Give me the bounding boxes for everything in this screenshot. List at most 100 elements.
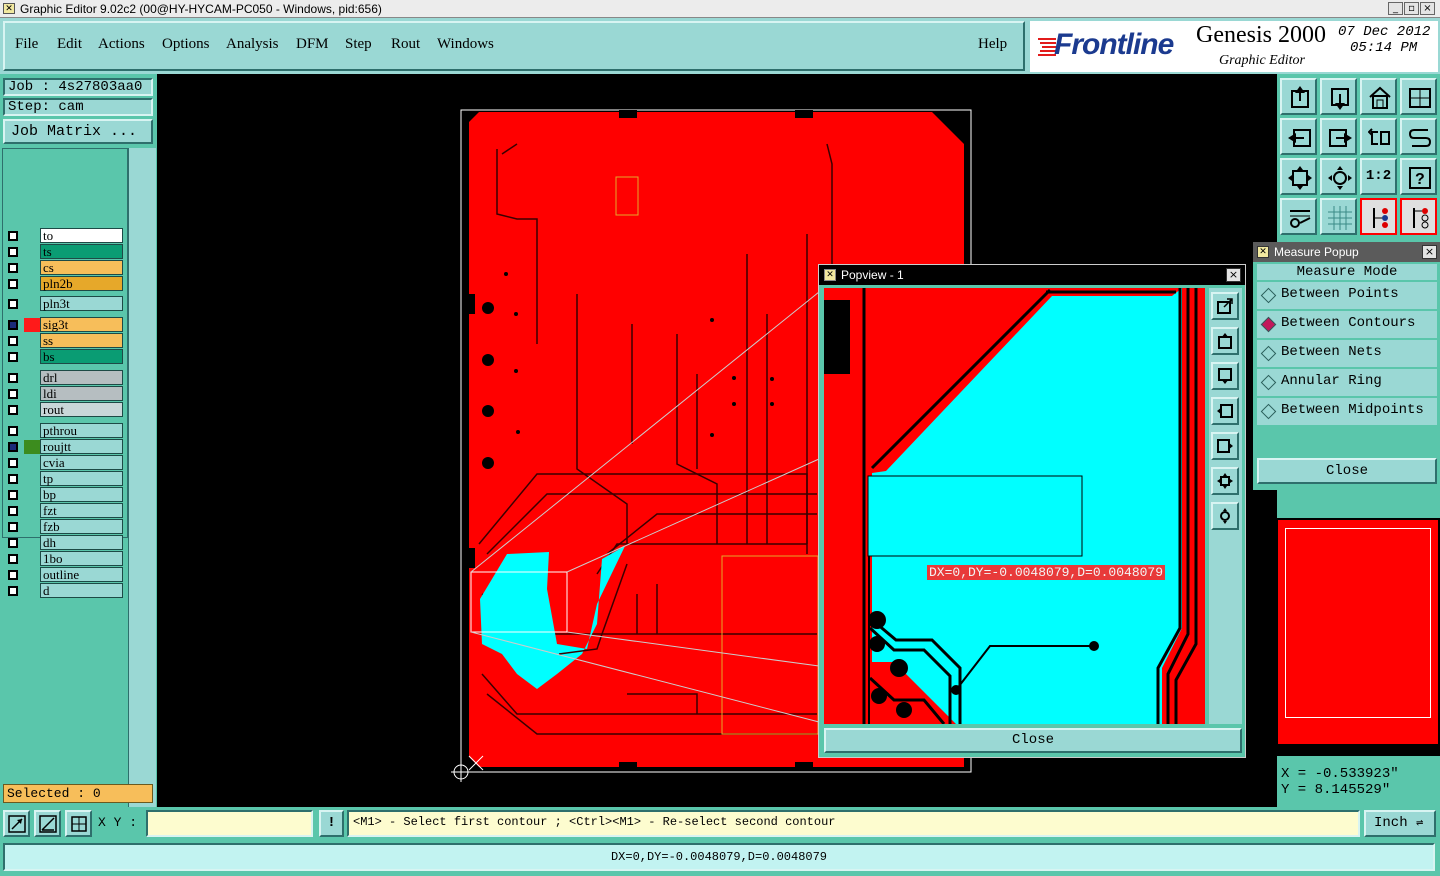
popview-pan-left-button[interactable] xyxy=(1211,397,1239,425)
measure-option[interactable]: Between Contours xyxy=(1257,311,1437,338)
layer-checkbox[interactable] xyxy=(8,506,18,516)
layer-name[interactable]: drl xyxy=(40,370,123,385)
layer-name[interactable]: pthrou xyxy=(40,423,123,438)
layer-name[interactable]: rout xyxy=(40,402,123,417)
pan-left-button[interactable] xyxy=(1280,118,1317,155)
popview-canvas[interactable]: DX=0,DY=-0.0048079,D=0.0048079 xyxy=(824,288,1205,725)
xy-input[interactable] xyxy=(146,810,313,837)
layer-row-ss[interactable]: ss xyxy=(6,333,125,349)
menu-rout[interactable]: Rout xyxy=(391,36,420,53)
zoom-center-button[interactable] xyxy=(1320,158,1357,195)
layer-checkbox[interactable] xyxy=(8,299,18,309)
layer-checkbox[interactable] xyxy=(8,426,18,436)
layer-row-ldi[interactable]: ldi xyxy=(6,386,125,402)
layer-name[interactable]: ss xyxy=(40,333,123,348)
nets-highlight-button[interactable] xyxy=(1360,198,1397,235)
popview-close-x[interactable]: × xyxy=(1226,268,1241,282)
measure-close-button[interactable]: Close xyxy=(1257,458,1437,484)
layer-name[interactable]: 1bo xyxy=(40,551,123,566)
menu-analysis[interactable]: Analysis xyxy=(226,36,279,53)
undo-view-button[interactable] xyxy=(1360,118,1397,155)
layer-checkbox[interactable] xyxy=(8,554,18,564)
popview-title-bar[interactable]: ✕ Popview - 1 × xyxy=(819,265,1245,285)
radio-icon[interactable] xyxy=(1260,345,1277,362)
scale-ratio-button[interactable]: 1:2 xyxy=(1360,158,1397,195)
layer-row-to[interactable]: to xyxy=(6,228,125,244)
measure-title-bar[interactable]: ✕ Measure Popup × xyxy=(1253,242,1440,262)
layer-name[interactable]: dh xyxy=(40,535,123,550)
layer-checkbox[interactable] xyxy=(8,231,18,241)
grid-snap-button[interactable] xyxy=(65,810,92,837)
layer-row-bs[interactable]: bs xyxy=(6,349,125,365)
layer-row-bp[interactable]: bp xyxy=(6,487,125,503)
measure-option[interactable]: Annular Ring xyxy=(1257,369,1437,396)
layer-name[interactable]: cs xyxy=(40,260,123,275)
layer-checkbox[interactable] xyxy=(8,336,18,346)
layer-checkbox[interactable] xyxy=(8,586,18,596)
layer-name[interactable]: cvia xyxy=(40,455,123,470)
popview-center-button[interactable] xyxy=(1211,502,1239,530)
popview-zoom-button[interactable] xyxy=(1211,292,1239,320)
layer-checkbox[interactable] xyxy=(8,474,18,484)
layer-name[interactable]: bs xyxy=(40,349,123,364)
layer-checkbox[interactable] xyxy=(8,279,18,289)
layer-checkbox[interactable] xyxy=(8,538,18,548)
minimize-button[interactable]: _ xyxy=(1388,2,1403,15)
menu-file[interactable]: File xyxy=(15,36,38,53)
layer-checkbox[interactable] xyxy=(8,320,18,330)
layer-row-pln2b[interactable]: pln2b xyxy=(6,276,125,292)
layer-row-sig3t[interactable]: sig3t xyxy=(6,317,125,333)
popview-pan-right-button[interactable] xyxy=(1211,432,1239,460)
zoom-fit-button[interactable] xyxy=(1280,158,1317,195)
close-window-button[interactable]: × xyxy=(1420,2,1435,15)
measure-option[interactable]: Between Midpoints xyxy=(1257,398,1437,425)
menu-actions[interactable]: Actions xyxy=(98,36,145,53)
popview-pan-up-button[interactable] xyxy=(1211,327,1239,355)
menu-edit[interactable]: Edit xyxy=(57,36,82,53)
measure-option[interactable]: Between Nets xyxy=(1257,340,1437,367)
layer-name[interactable]: to xyxy=(40,228,123,243)
layer-name[interactable]: sig3t xyxy=(40,317,123,332)
home-view-button[interactable] xyxy=(1360,78,1397,115)
angle-mode-button[interactable] xyxy=(34,810,61,837)
layer-row-outline[interactable]: outline xyxy=(6,567,125,583)
layer-name[interactable]: fzt xyxy=(40,503,123,518)
layer-row-pln3t[interactable]: pln3t xyxy=(6,296,125,312)
layer-checkbox[interactable] xyxy=(8,389,18,399)
layer-name[interactable]: tp xyxy=(40,471,123,486)
layer-checkbox[interactable] xyxy=(8,442,18,452)
job-matrix-button[interactable]: Job Matrix ... xyxy=(3,119,153,144)
radio-icon[interactable] xyxy=(1260,374,1277,391)
layer-row-drl[interactable]: drl xyxy=(6,370,125,386)
tools-button[interactable] xyxy=(1280,198,1317,235)
layer-row-dh[interactable]: dh xyxy=(6,535,125,551)
layer-checkbox[interactable] xyxy=(8,263,18,273)
popview-pan-down-button[interactable] xyxy=(1211,362,1239,390)
menu-step[interactable]: Step xyxy=(345,36,372,53)
snap-mode-button[interactable] xyxy=(3,810,30,837)
radio-icon[interactable] xyxy=(1260,287,1277,304)
layer-name[interactable]: ts xyxy=(40,244,123,259)
layer-checkbox[interactable] xyxy=(8,247,18,257)
radio-selected-icon[interactable] xyxy=(1260,316,1277,333)
window-title-bar[interactable]: ✕ Graphic Editor 9.02c2 (00@HY-HYCAM-PC0… xyxy=(0,0,1440,18)
menu-options[interactable]: Options xyxy=(162,36,210,53)
maximize-button[interactable]: ▫ xyxy=(1404,2,1419,15)
layer-row-ts[interactable]: ts xyxy=(6,244,125,260)
layer-row-pthrou[interactable]: pthrou xyxy=(6,423,125,439)
layer-row-fzt[interactable]: fzt xyxy=(6,503,125,519)
info-button[interactable]: ! xyxy=(319,810,344,837)
layer-checkbox[interactable] xyxy=(8,373,18,383)
layer-name[interactable]: bp xyxy=(40,487,123,502)
menu-windows[interactable]: Windows xyxy=(437,36,494,53)
popview-fit-button[interactable] xyxy=(1211,467,1239,495)
layer-name[interactable]: fzb xyxy=(40,519,123,534)
split-view-button[interactable] xyxy=(1400,78,1437,115)
layer-checkbox[interactable] xyxy=(8,490,18,500)
nets-select-button[interactable] xyxy=(1400,198,1437,235)
pan-right-button[interactable] xyxy=(1320,118,1357,155)
layer-row-fzb[interactable]: fzb xyxy=(6,519,125,535)
layer-name[interactable]: ldi xyxy=(40,386,123,401)
popview-close-button[interactable]: Close xyxy=(824,728,1242,753)
layer-name[interactable]: pln3t xyxy=(40,296,123,311)
